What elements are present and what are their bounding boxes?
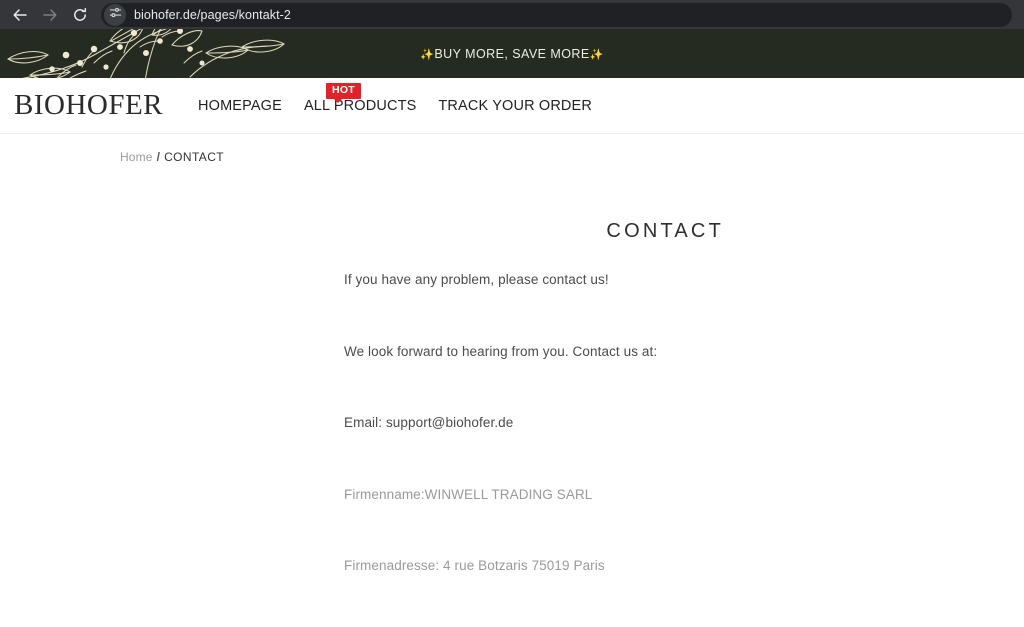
contact-email: Email: support@biohofer.de xyxy=(344,415,514,431)
back-arrow-icon xyxy=(12,7,28,23)
hot-badge: HOT xyxy=(325,83,362,103)
contact-paragraph-2: We look forward to hearing from you. Con… xyxy=(344,343,658,359)
main-navigation: HOMEPAGE HOT ALL PRODUCTS TRACK YOUR ORD… xyxy=(187,78,603,133)
nav-item-all-products[interactable]: HOT ALL PRODUCTS xyxy=(293,78,427,133)
brand-logo[interactable]: BIOHOFER xyxy=(14,91,163,120)
nav-item-track-your-order[interactable]: TRACK YOUR ORDER xyxy=(427,78,603,133)
company-name: Firmenname:WINWELL TRADING SARL xyxy=(344,486,593,502)
announcement-text: ✨BUY MORE, SAVE MORE✨ xyxy=(420,47,604,61)
forward-arrow-icon xyxy=(42,7,58,23)
breadcrumb-separator: / xyxy=(156,150,161,164)
nav-item-homepage[interactable]: HOMEPAGE xyxy=(187,78,293,133)
page-title: CONTACT xyxy=(606,220,724,242)
reload-button[interactable] xyxy=(66,1,94,29)
browser-toolbar: biohofer.de/pages/kontakt-2 xyxy=(0,0,1024,29)
nav-label-all-products: ALL PRODUCTS xyxy=(303,97,417,114)
site-settings-button[interactable] xyxy=(104,3,126,26)
announcement-bar: ✨BUY MORE, SAVE MORE✨ xyxy=(0,29,1024,78)
content-column: CONTACT If you have any problem, please … xyxy=(344,220,724,576)
tune-sliders-icon xyxy=(109,6,122,24)
breadcrumb-bar: Home / CONTACT xyxy=(0,134,1024,164)
nav-label-homepage: HOMEPAGE xyxy=(198,97,282,114)
sparkle-right-icon: ✨ xyxy=(589,48,604,61)
company-address: Firmenadresse: 4 rue Botzaris 75019 Pari… xyxy=(344,558,605,574)
reload-icon xyxy=(72,7,88,23)
address-bar[interactable]: biohofer.de/pages/kontakt-2 xyxy=(101,2,1012,27)
page-viewport: ✨BUY MORE, SAVE MORE✨ BIOHOFER HOMEPAGE … xyxy=(0,29,1024,627)
url-text[interactable]: biohofer.de/pages/kontakt-2 xyxy=(134,8,291,22)
announcement-label: BUY MORE, SAVE MORE xyxy=(434,46,590,61)
breadcrumb: Home / CONTACT xyxy=(120,150,224,164)
nav-label-track-your-order: TRACK YOUR ORDER xyxy=(438,97,593,114)
contact-paragraph-1: If you have any problem, please contact … xyxy=(344,272,609,287)
back-button[interactable] xyxy=(6,1,34,29)
main-content: CONTACT If you have any problem, please … xyxy=(0,164,1024,576)
sparkle-left-icon: ✨ xyxy=(420,48,435,61)
site-header: BIOHOFER HOMEPAGE HOT ALL PRODUCTS TRACK… xyxy=(0,78,1024,134)
botanical-branch-icon xyxy=(7,29,285,78)
forward-button[interactable] xyxy=(36,1,64,29)
breadcrumb-home-link[interactable]: Home xyxy=(120,150,153,164)
breadcrumb-current: CONTACT xyxy=(164,150,224,164)
